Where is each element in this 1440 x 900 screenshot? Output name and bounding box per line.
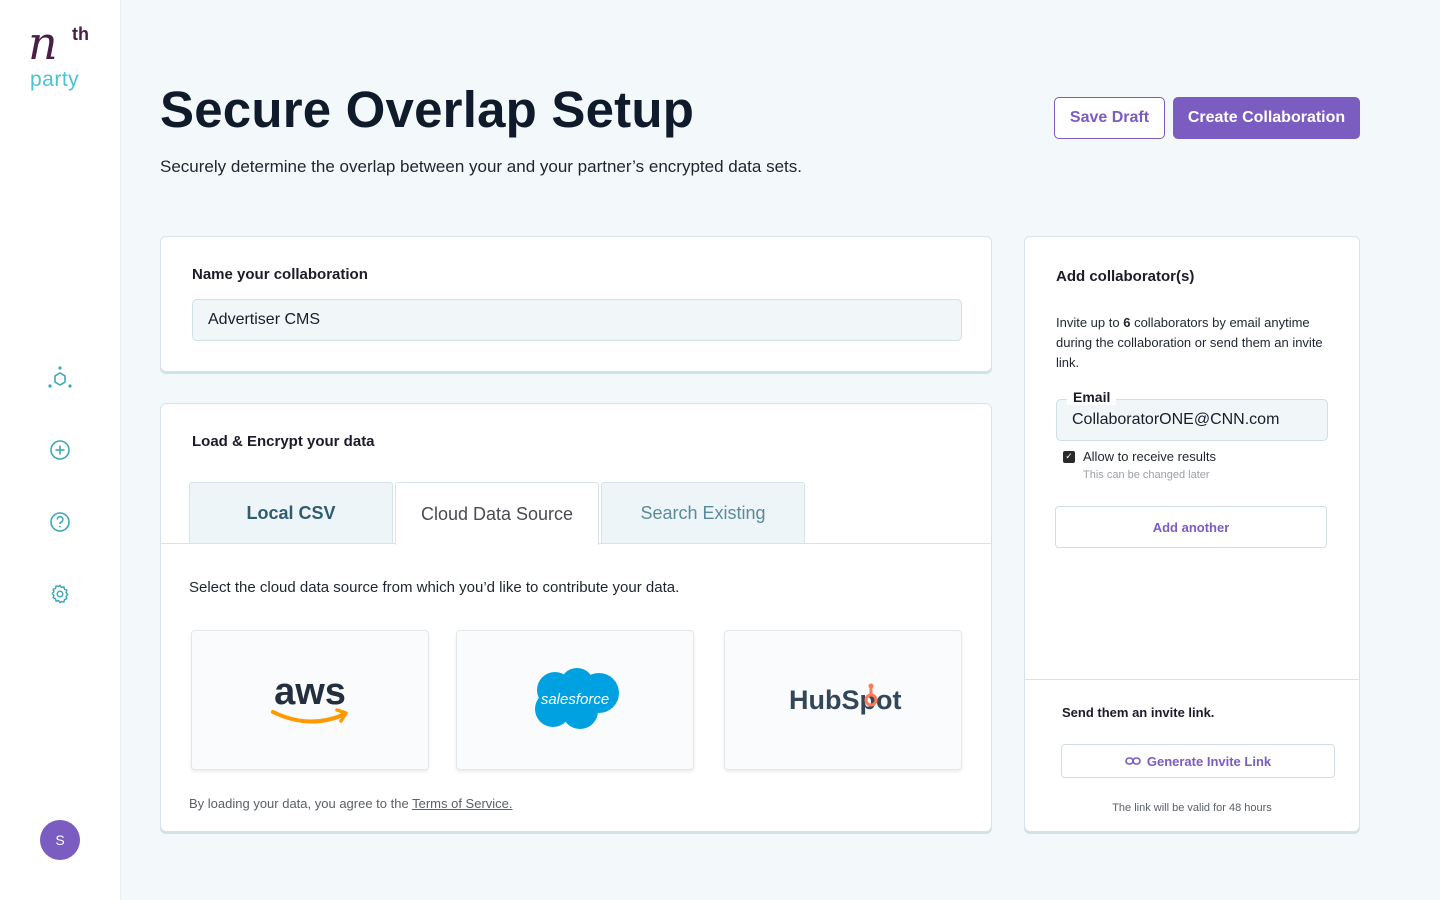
save-draft-button[interactable]: Save Draft — [1054, 97, 1165, 139]
hubspot-logo-icon: HubSpot — [789, 683, 901, 715]
terms-of-service-link[interactable]: Terms of Service. — [412, 796, 512, 811]
nav-help-icon[interactable] — [46, 508, 74, 536]
create-collaboration-button[interactable]: Create Collaboration — [1173, 97, 1360, 139]
email-input[interactable] — [1057, 400, 1327, 440]
terms-prefix: By loading your data, you agree to the — [189, 796, 413, 811]
tab-local-csv[interactable]: Local CSV — [189, 482, 393, 544]
nav-settings-gear-icon[interactable] — [46, 580, 74, 608]
add-collaborators-title: Add collaborator(s) — [1056, 268, 1195, 285]
tab-search-existing[interactable]: Search Existing — [601, 482, 805, 544]
logo-th: th — [72, 24, 89, 44]
email-label: Email — [1067, 389, 1117, 405]
logo-party: party — [30, 68, 80, 91]
load-encrypt-card: Load & Encrypt your data Local CSV Cloud… — [160, 403, 992, 832]
collaborators-description: Invite up to 6 collaborators by email an… — [1056, 313, 1336, 373]
desc-prefix: Invite up to — [1056, 315, 1124, 330]
link-validity-note: The link will be valid for 48 hours — [1112, 802, 1272, 814]
aws-logo-icon: aws — [271, 671, 348, 724]
source-salesforce-tile[interactable]: salesforce — [456, 630, 694, 770]
collab-divider — [1025, 679, 1359, 680]
tab-cloud-data-source[interactable]: Cloud Data Source — [395, 482, 599, 545]
receive-results-label: Allow to receive results — [1083, 449, 1216, 464]
nav-add-icon[interactable] — [46, 436, 74, 464]
load-encrypt-label: Load & Encrypt your data — [192, 433, 375, 450]
receive-results-row: ✓ Allow to receive results — [1063, 449, 1216, 464]
page-subtitle: Securely determine the overlap between y… — [160, 157, 802, 176]
salesforce-logo-icon: salesforce — [535, 668, 619, 729]
name-collaboration-card: Name your collaboration — [160, 236, 992, 372]
aws-logo-text: aws — [274, 671, 346, 713]
receive-results-checkbox[interactable]: ✓ — [1063, 450, 1075, 463]
generate-invite-link-label: Generate Invite Link — [1146, 753, 1272, 769]
cloud-source-description: Select the cloud data source from which … — [189, 579, 680, 596]
user-avatar[interactable]: S — [40, 820, 80, 860]
salesforce-logo-text: salesforce — [541, 691, 609, 708]
page-title: Secure Overlap Setup — [160, 81, 695, 138]
nthparty-logo[interactable]: n th party — [28, 16, 98, 94]
collaboration-name-label: Name your collaboration — [192, 266, 368, 283]
email-field-wrapper: Email — [1056, 389, 1328, 441]
add-collaborators-card: Add collaborator(s) Invite up to 6 colla… — [1024, 236, 1360, 832]
terms-text: By loading your data, you agree to the T… — [189, 796, 513, 811]
sidebar: n th party S — [0, 0, 121, 900]
source-hubspot-tile[interactable]: HubSpot — [724, 630, 962, 770]
collaboration-name-input[interactable] — [192, 299, 962, 341]
receive-results-note: This can be changed later — [1083, 469, 1210, 481]
invite-link-title: Send them an invite link. — [1062, 705, 1215, 720]
generate-invite-link-button[interactable]: Generate Invite Link — [1061, 744, 1335, 778]
link-icon — [1125, 757, 1141, 765]
source-aws-tile[interactable]: aws — [191, 630, 429, 770]
logo-n: n — [28, 16, 58, 70]
nav-network-icon[interactable] — [46, 364, 74, 392]
hubspot-logo-text: HubSpot — [789, 685, 901, 715]
add-another-button[interactable]: Add another — [1055, 506, 1327, 548]
